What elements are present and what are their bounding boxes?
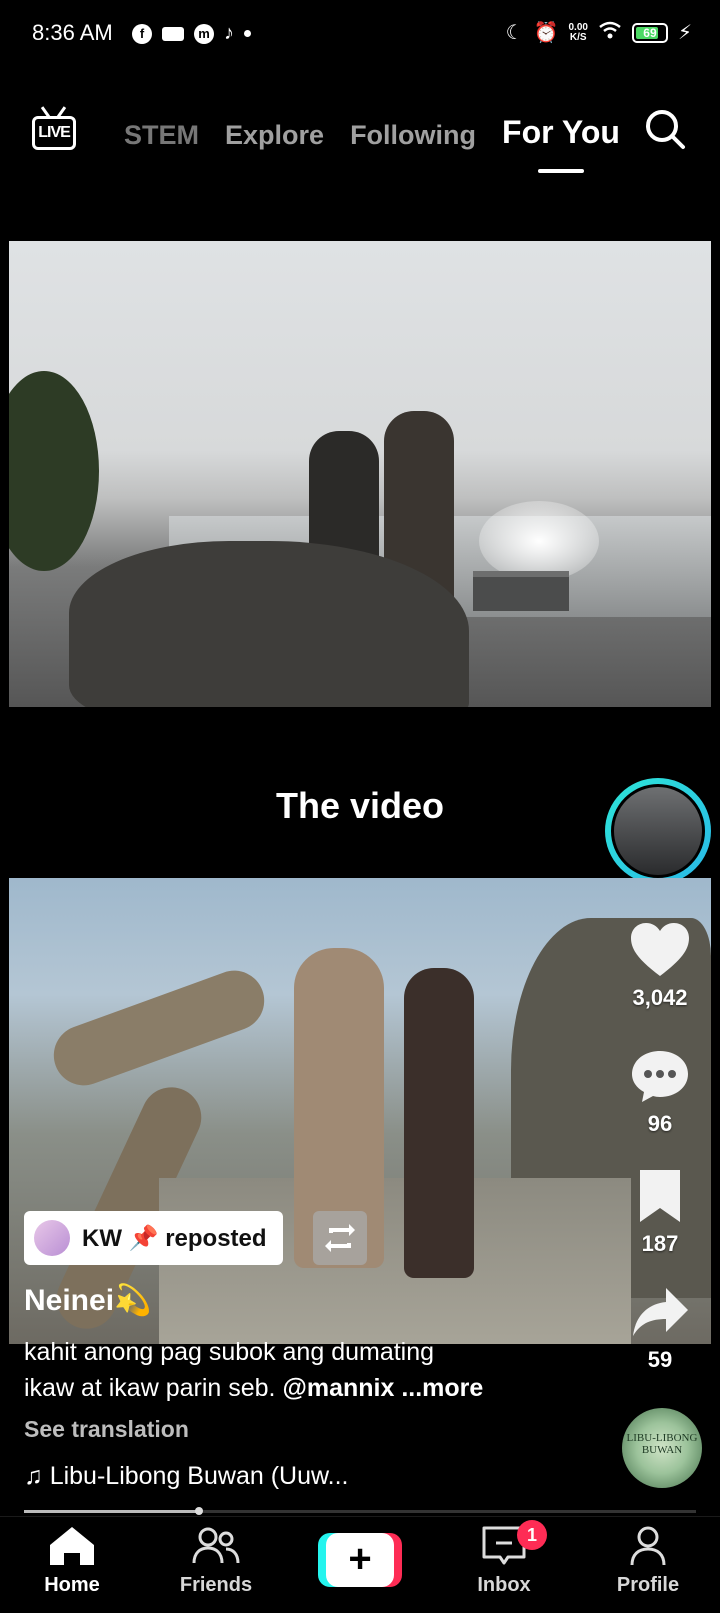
repost-icon [325,1224,355,1252]
nav-profile[interactable]: Profile [588,1525,708,1597]
system-icons: ☾ ⏰ 0.00 K/S 69 ⚡ [506,20,692,45]
creator-avatar[interactable] [605,778,711,884]
battery-level: 69 [643,25,657,40]
playback-progress-bar[interactable] [24,1507,696,1515]
video-frame-top[interactable] [9,241,711,707]
reposted-by-badge[interactable]: KW 📌 reposted [24,1211,283,1265]
home-icon [50,1527,94,1565]
like-button[interactable]: 3,042 [620,922,700,1011]
description-line-1: kahit anong pag subok ang dumating [24,1338,435,1366]
description-line-2: ikaw at ikaw parin seb. [24,1374,276,1402]
bookmark-count: 187 [641,1231,679,1256]
bottom-navigation: Home Friends + Inbox Profile [0,1516,720,1613]
moon-icon: ☾ [505,22,524,44]
profile-icon [630,1526,666,1566]
tab-for-you[interactable]: For You [502,114,620,173]
more-notifications-dot-icon [244,30,251,37]
charging-icon: ⚡ [677,22,692,44]
bookmark-button[interactable]: 187 [620,1168,700,1257]
comment-button[interactable]: 96 [620,1048,700,1137]
video-camera-icon [162,26,184,41]
top-navigation: LIVE STEM Explore Following For You [0,96,720,176]
mention-link[interactable]: @mannix [282,1374,394,1402]
heart-icon [631,923,689,976]
share-count: 59 [647,1347,673,1372]
create-post-button[interactable]: + [318,1533,402,1587]
music-disc[interactable]: LIBU-LIBONG BUWAN [622,1408,702,1488]
share-button[interactable]: 59 [620,1286,700,1373]
disc-cover-text: LIBU-LIBONG BUWAN [626,1432,698,1456]
repost-label: KW 📌 reposted [82,1224,267,1252]
video-frame-bottom[interactable] [9,878,711,1344]
reposter-avatar [34,1220,70,1256]
net-speed: 0.00 K/S [568,21,588,43]
friends-icon [192,1527,240,1564]
nav-friends[interactable]: Friends [156,1525,276,1597]
tiktok-icon: ♪ [224,22,234,44]
post-description[interactable]: kahit anong pag subok ang dumating ikaw … [24,1334,584,1406]
nav-profile-label: Profile [616,1574,680,1596]
live-button[interactable]: LIVE [32,106,80,152]
battery-icon: 69 [631,22,668,43]
see-translation-link[interactable]: See translation [24,1416,189,1443]
tab-explore[interactable]: Explore [225,120,324,151]
net-speed-unit: K/S [569,31,587,43]
feed-tabs: STEM Explore Following For You [124,114,620,173]
author-username[interactable]: Neinei💫 [24,1283,151,1318]
like-count: 3,042 [632,985,688,1010]
search-icon[interactable] [644,108,685,149]
tab-stem[interactable]: STEM [124,120,199,151]
live-label: LIVE [32,116,76,150]
comment-count: 96 [647,1111,673,1136]
share-arrow-icon [633,1288,688,1336]
facebook-icon: f [132,23,152,44]
progress-fill [24,1510,199,1513]
more-link[interactable]: ...more [401,1374,483,1402]
comment-icon [632,1051,688,1102]
messenger-icon: m [194,23,214,44]
wifi-icon [598,20,622,45]
alarm-icon: ⏰ [533,22,559,44]
net-speed-value: 0.00 [568,21,588,33]
repost-toggle-button[interactable] [313,1211,367,1265]
nav-home-label: Home [44,1574,100,1596]
status-time: 8:36 AM [32,20,113,45]
nav-home[interactable]: Home [12,1525,132,1597]
music-title[interactable]: ♫ Libu-Libong Buwan (Uuw... [24,1462,349,1491]
inbox-notification-badge: 1 [517,1520,547,1550]
status-bar: 8:36 AM f m ♪ ☾ ⏰ 0.00 K/S 69 ⚡ [0,0,720,72]
tab-following[interactable]: Following [350,120,476,151]
bookmark-icon [640,1170,680,1222]
nav-friends-label: Friends [179,1574,253,1596]
nav-inbox-label: Inbox [477,1574,531,1596]
plus-icon: + [326,1533,394,1587]
progress-handle[interactable] [194,1507,203,1515]
notification-icons: f m ♪ [132,22,251,45]
